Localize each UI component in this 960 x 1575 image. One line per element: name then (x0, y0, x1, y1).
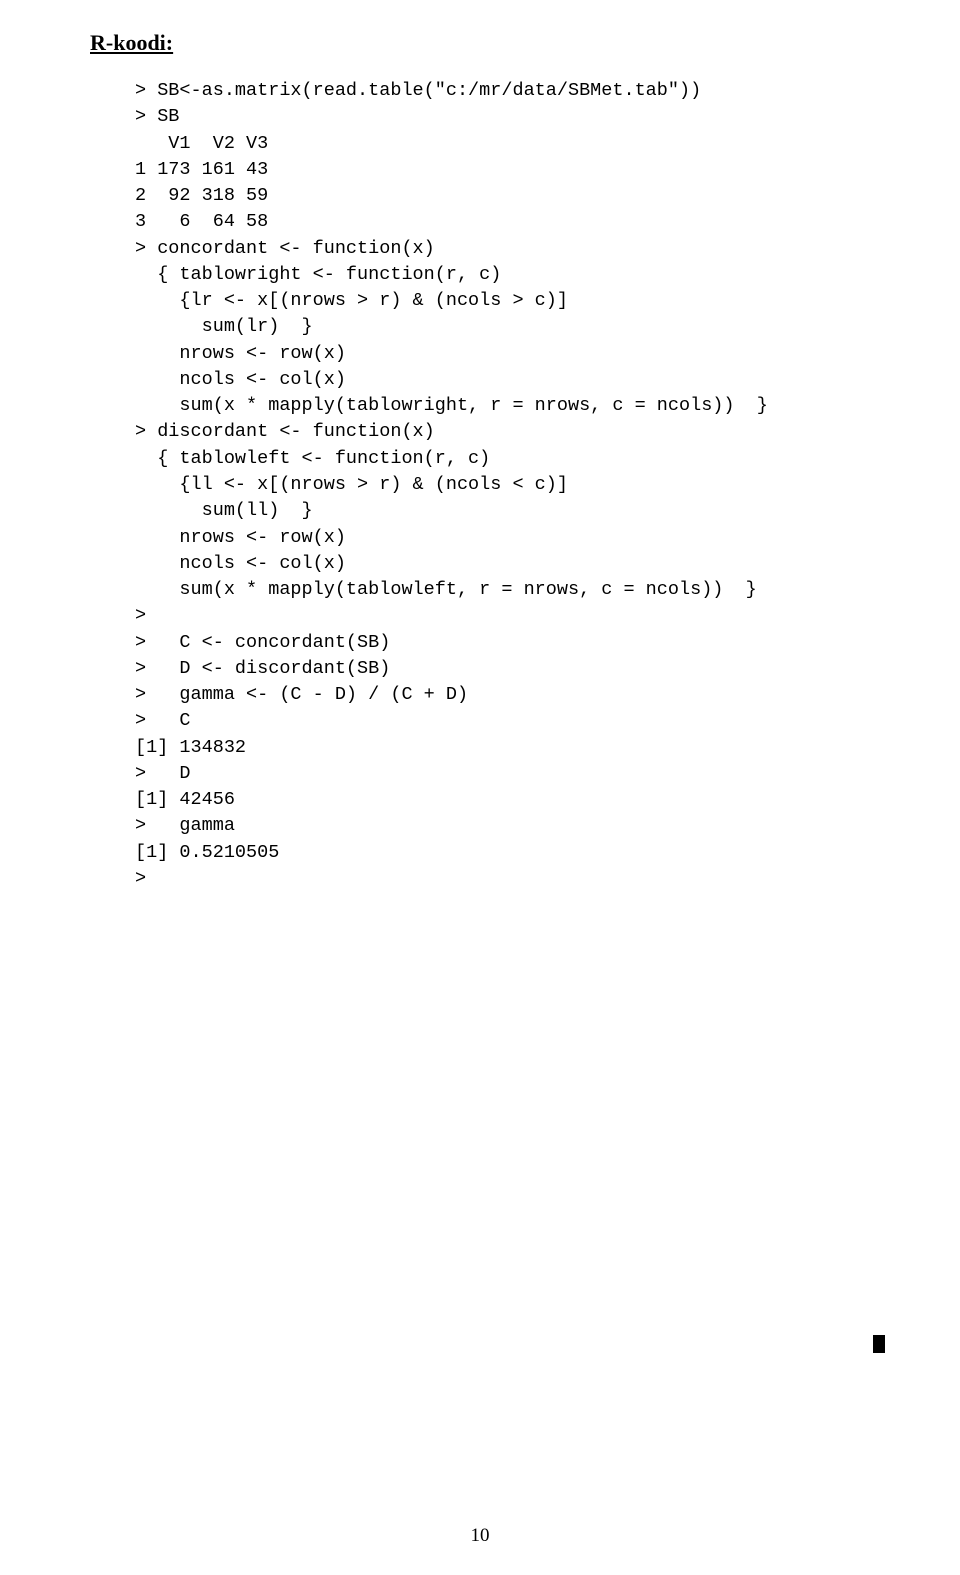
section-heading: R-koodi: (90, 30, 870, 56)
document-page: R-koodi: > SB<-as.matrix(read.table("c:/… (0, 0, 960, 1575)
code-block: > SB<-as.matrix(read.table("c:/mr/data/S… (135, 78, 870, 892)
end-of-proof-marker (873, 1335, 885, 1353)
page-number: 10 (0, 1525, 960, 1547)
